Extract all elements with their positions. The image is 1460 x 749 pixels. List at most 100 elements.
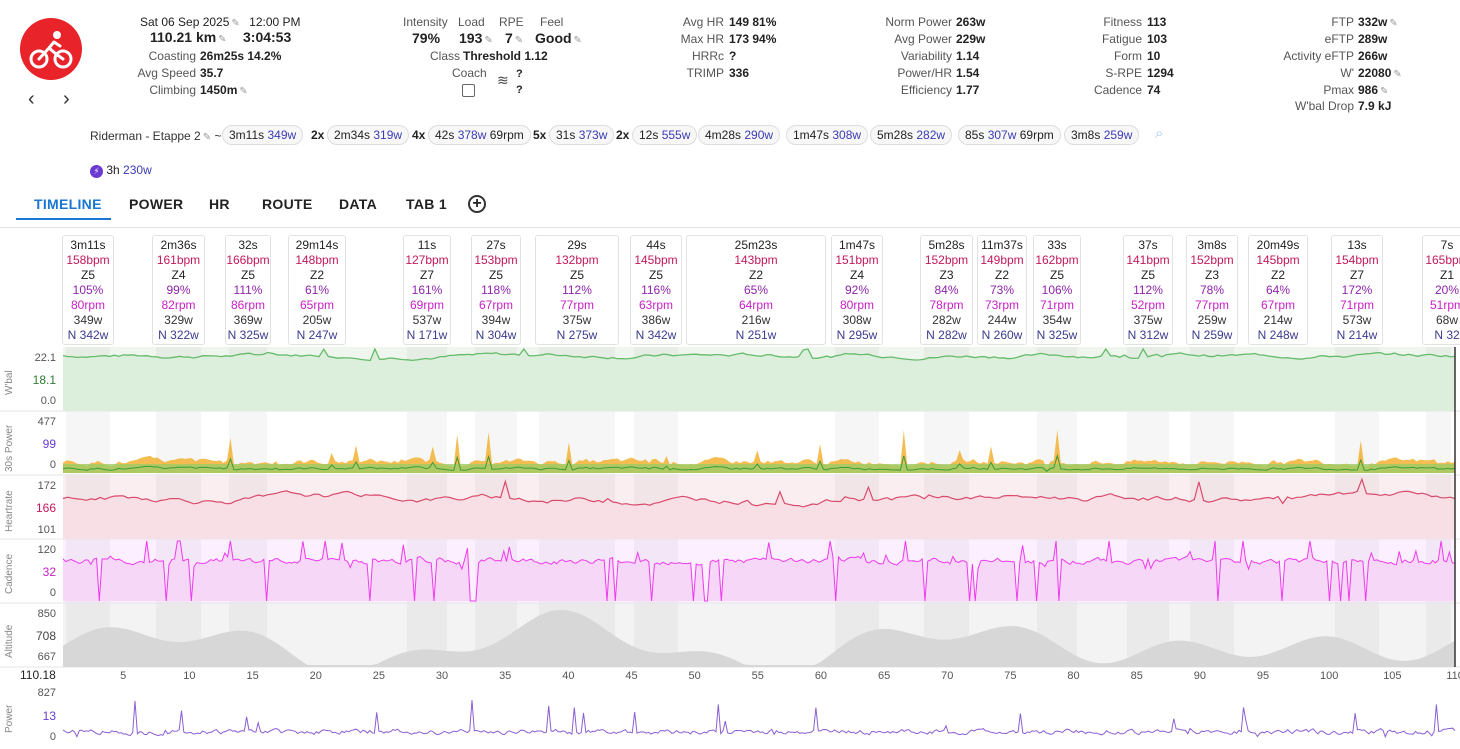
card-dur: 29m14s xyxy=(295,238,339,252)
chip-power: 319w xyxy=(373,128,403,142)
edit-icon[interactable]: ✎ xyxy=(203,132,211,143)
panel-background xyxy=(63,681,1455,749)
edit-icon[interactable]: ✎ xyxy=(231,18,239,29)
edit-icon[interactable]: ✎ xyxy=(239,86,247,97)
interval-chip[interactable]: 12s 555w xyxy=(632,125,698,145)
x-tick-label: 60 xyxy=(814,670,828,682)
card-np: N 251w xyxy=(735,328,777,342)
activity-name[interactable]: Riderman - Etappe 2 ✎ ~ xyxy=(90,129,221,145)
power-axis-top: 827 xyxy=(37,687,56,699)
avg-speed-value: 35.7 xyxy=(200,66,224,80)
card-np: N 259w xyxy=(1191,328,1233,342)
cadence-value: 74 xyxy=(1147,83,1161,97)
interval-chip[interactable]: 1m47s 308w xyxy=(786,125,869,145)
card-hr: 132bpm xyxy=(555,253,599,267)
bolt-power: 230w xyxy=(123,163,152,177)
tab-timeline[interactable]: TIMELINE xyxy=(34,196,102,212)
interval-card[interactable]: 3m11s 158bpm Z5 105% 80rpm 349w N 342w xyxy=(62,235,114,345)
edit-icon[interactable]: ✎ xyxy=(574,35,582,46)
interval-card[interactable]: 44s 145bpm Z5 116% 63rpm 386w N 342w xyxy=(630,235,682,345)
interval-card[interactable]: 7s165bpmZ120%51rpm68wN 32 xyxy=(1422,235,1460,345)
wbal-axis-bottom: 0.0 xyxy=(40,395,56,407)
x-tick-label: 100 xyxy=(1320,670,1339,682)
card-zone: Z2 xyxy=(748,268,763,282)
interval-chip[interactable]: 5m28s 282w xyxy=(870,125,953,145)
heartrate-panel-label: Heartrate xyxy=(4,490,15,532)
card-zone: Z4 xyxy=(849,268,864,282)
interval-card[interactable]: 33s 162bpm Z5 106% 71rpm 354w N 325w xyxy=(1033,235,1081,345)
card-pct: 111% xyxy=(233,283,263,297)
x-tick-label: 20 xyxy=(309,670,322,682)
interval-card[interactable]: 1m47s 151bpm Z4 92% 80rpm 308w N 295w xyxy=(831,235,883,345)
altitude-axis-top: 850 xyxy=(37,608,56,620)
card-w: 329w xyxy=(164,313,193,327)
bolt-summary[interactable]: ⚡ 3h 230w xyxy=(90,163,152,178)
rpe-value[interactable]: 7 ✎ xyxy=(505,31,523,48)
card-pct: 78% xyxy=(1199,283,1225,297)
interval-card[interactable]: 13s 154bpm Z7 172% 71rpm 573w N 214w xyxy=(1331,235,1383,345)
card-hr: 154bpm xyxy=(1335,253,1379,267)
interval-card[interactable]: 2m36s 161bpm Z4 99% 82rpm 329w N 322w xyxy=(152,235,205,345)
interval-card[interactable]: 29s 132bpm Z5 112% 77rpm 375w N 275w xyxy=(535,235,619,345)
tab-route[interactable]: ROUTE xyxy=(262,196,313,212)
edit-icon[interactable]: ✎ xyxy=(218,34,226,45)
feel-value[interactable]: Good ✎ xyxy=(535,31,582,48)
x-tick-label: 105 xyxy=(1383,670,1402,682)
wbal-drop-value: 7.9 kJ xyxy=(1358,99,1392,113)
tab-tab1[interactable]: TAB 1 xyxy=(406,196,447,212)
tab-data[interactable]: DATA xyxy=(339,196,377,212)
interval-card[interactable]: 11m37s 149bpm Z2 73% 73rpm 244w N 260w xyxy=(977,235,1027,345)
interval-chip[interactable]: 4m28s 290w xyxy=(698,125,781,145)
climbing-value: 1450m ✎ xyxy=(200,83,248,97)
card-hr: 148bpm xyxy=(295,253,339,267)
interval-chip[interactable]: 3m8s 259w xyxy=(1064,125,1140,145)
interval-chip[interactable]: 31s 373w xyxy=(549,125,615,145)
edit-icon[interactable]: ✎ xyxy=(1393,69,1401,80)
max-hr-value: 173 94% xyxy=(729,32,777,46)
interval-chip[interactable]: 3m11s 349w xyxy=(222,125,304,145)
interval-card[interactable]: 37s 141bpm Z5 112% 52rpm 375w N 312w xyxy=(1123,235,1173,345)
card-rpm: 63rpm xyxy=(638,298,673,312)
card-dur: 29s xyxy=(567,238,587,252)
interval-card[interactable]: 25m23s 143bpm Z2 65% 64rpm 216w N 251w xyxy=(686,235,826,345)
interval-card[interactable]: 11s 127bpm Z7 161% 69rpm 537w N 171w xyxy=(403,235,451,345)
x-tick-label: 75 xyxy=(1004,670,1017,682)
card-rpm: 77rpm xyxy=(1194,298,1229,312)
card-hr: 127bpm xyxy=(405,253,449,267)
edit-icon[interactable]: ✎ xyxy=(484,35,492,46)
interval-card[interactable]: 27s 153bpm Z5 118% 67rpm 394w N 304w xyxy=(471,235,521,345)
card-hr: 143bpm xyxy=(734,253,778,267)
add-tab-icon[interactable]: + xyxy=(468,195,486,213)
search-icon[interactable]: ⌕ xyxy=(1155,125,1163,142)
edit-icon[interactable]: ✎ xyxy=(1389,18,1397,29)
x-tick-label: 70 xyxy=(941,670,954,682)
coach-checkbox[interactable] xyxy=(462,84,475,97)
interval-chip[interactable]: 85s 307w 69rpm xyxy=(958,125,1061,145)
timeline-charts[interactable] xyxy=(0,345,1460,749)
next-activity-button[interactable]: › xyxy=(63,89,70,109)
power30-axis-top: 477 xyxy=(37,416,56,428)
card-dur: 1m47s xyxy=(838,238,876,252)
interval-card[interactable]: 29m14s 148bpm Z2 61% 65rpm 205w N 247w xyxy=(288,235,346,345)
interval-card[interactable]: 3m8s 152bpm Z3 78% 77rpm 259w N 259w xyxy=(1186,235,1238,345)
form-label: Form xyxy=(1114,49,1142,63)
chip-duration: 5m28s xyxy=(877,128,914,142)
card-np: N 247w xyxy=(296,328,338,342)
card-hr: 151bpm xyxy=(835,253,879,267)
card-dur: 13s xyxy=(1347,238,1367,252)
tab-hr[interactable]: HR xyxy=(209,196,230,212)
interval-card[interactable]: 20m49s 145bpm Z2 64% 67rpm 214w N 248w xyxy=(1248,235,1308,345)
interval-chip[interactable]: 2m34s 319w xyxy=(327,125,410,145)
interval-chip[interactable]: 42s 378w 69rpm xyxy=(428,125,531,145)
edit-icon[interactable]: ✎ xyxy=(1380,86,1388,97)
interval-card[interactable]: 32s 166bpm Z5 111% 86rpm 369w N 325w xyxy=(225,235,271,345)
tab-power[interactable]: POWER xyxy=(129,196,183,212)
card-np: N 214w xyxy=(1336,328,1378,342)
eftp-label: eFTP xyxy=(1324,32,1354,46)
edit-icon[interactable]: ✎ xyxy=(515,35,523,46)
chip-duration: 42s xyxy=(435,128,455,142)
fitness-value: 113 xyxy=(1147,15,1167,29)
prev-activity-button[interactable]: ‹ xyxy=(28,89,35,109)
x-tick-label: 85 xyxy=(1130,670,1143,682)
interval-card[interactable]: 5m28s 152bpm Z3 84% 78rpm 282w N 282w xyxy=(920,235,973,345)
